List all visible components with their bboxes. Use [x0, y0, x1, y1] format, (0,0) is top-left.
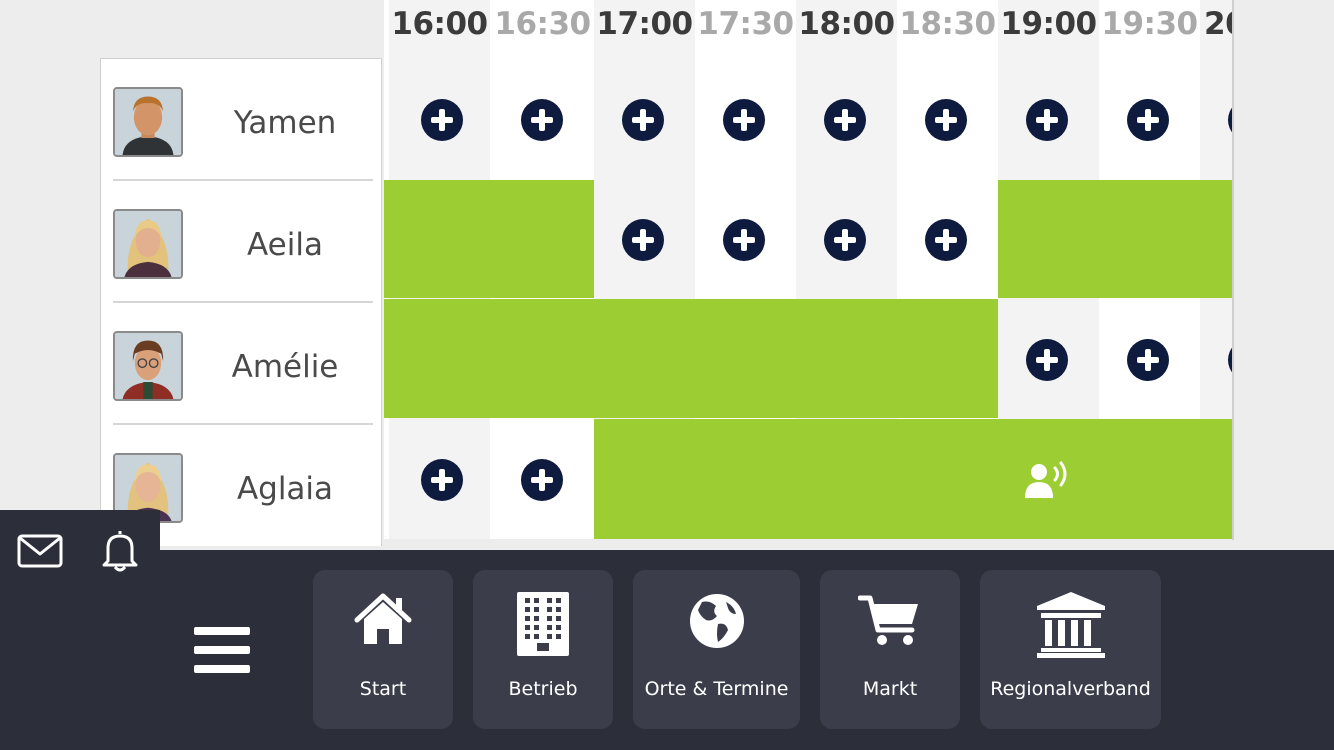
add-shift-button[interactable]	[521, 99, 563, 141]
add-shift-button[interactable]	[622, 99, 664, 141]
time-label: 16:30	[494, 6, 591, 42]
add-shift-button[interactable]	[1026, 99, 1068, 141]
avatar	[113, 209, 183, 279]
time-label: 17:30	[697, 6, 794, 42]
bell-icon[interactable]	[96, 528, 144, 572]
nav-regionalverband-button[interactable]: Regionalverband	[980, 570, 1161, 729]
time-label: 18:00	[798, 6, 895, 42]
staff-name: Yamen	[233, 105, 337, 141]
time-label: 17:00	[596, 6, 693, 42]
add-shift-button[interactable]	[723, 219, 765, 261]
add-shift-button[interactable]	[925, 219, 967, 261]
avatar	[113, 87, 183, 157]
staff-name: Aglaia	[236, 471, 334, 507]
busy-block[interactable]	[384, 299, 998, 418]
time-label: 18:30	[899, 6, 996, 42]
add-shift-button[interactable]	[421, 459, 463, 501]
add-shift-button[interactable]	[622, 219, 664, 261]
add-shift-button[interactable]	[1127, 99, 1169, 141]
staff-name: Amélie	[231, 349, 339, 385]
schedule-grid: 16:00 16:30 17:00 17:30 18:00 18:30 19:0…	[384, 0, 1233, 539]
add-shift-button[interactable]	[824, 99, 866, 141]
nav-orte-termine-button[interactable]: Orte & Termine	[633, 570, 800, 729]
staff-list: Yamen Aeila Amélie Aglaia	[100, 58, 382, 546]
institution-icon	[1036, 592, 1105, 658]
presentation-icon	[1025, 461, 1067, 498]
nav-label: Start	[359, 678, 407, 700]
staff-row-yamen[interactable]: Yamen	[101, 59, 381, 181]
mail-icon[interactable]	[16, 528, 64, 572]
staff-row-amelie[interactable]: Amélie	[101, 303, 381, 425]
time-label: 16:00	[391, 6, 488, 42]
add-shift-button[interactable]	[1127, 339, 1169, 381]
globe-icon	[689, 594, 744, 648]
office-building-icon	[517, 592, 569, 656]
add-shift-button[interactable]	[421, 99, 463, 141]
nav-betrieb-button[interactable]: Betrieb	[473, 570, 613, 729]
busy-block[interactable]	[594, 419, 1233, 539]
add-shift-button[interactable]	[1026, 339, 1068, 381]
home-icon	[354, 593, 412, 644]
time-label: 19:30	[1101, 6, 1198, 42]
nav-label: Markt	[862, 678, 918, 700]
shopping-cart-icon	[858, 595, 918, 645]
menu-button[interactable]	[194, 627, 250, 673]
schedule-border	[1232, 0, 1234, 540]
staff-row-aeila[interactable]: Aeila	[101, 181, 381, 303]
nav-label: Betrieb	[508, 678, 578, 700]
add-shift-button[interactable]	[521, 459, 563, 501]
avatar	[113, 331, 183, 401]
nav-start-button[interactable]: Start	[313, 570, 453, 729]
nav-markt-button[interactable]: Markt	[820, 570, 960, 729]
nav-label: Regionalverband	[990, 678, 1151, 700]
nav-label: Orte & Termine	[644, 678, 789, 700]
hamburger-line	[194, 646, 250, 654]
busy-block[interactable]	[998, 180, 1233, 298]
add-shift-button[interactable]	[723, 99, 765, 141]
hamburger-line	[194, 665, 250, 673]
busy-block[interactable]	[384, 180, 594, 298]
time-label: 19:00	[1000, 6, 1097, 42]
time-label: 20	[1204, 6, 1233, 42]
hamburger-line	[194, 627, 250, 635]
staff-name: Aeila	[247, 227, 323, 263]
add-shift-button[interactable]	[925, 99, 967, 141]
add-shift-button[interactable]	[824, 219, 866, 261]
